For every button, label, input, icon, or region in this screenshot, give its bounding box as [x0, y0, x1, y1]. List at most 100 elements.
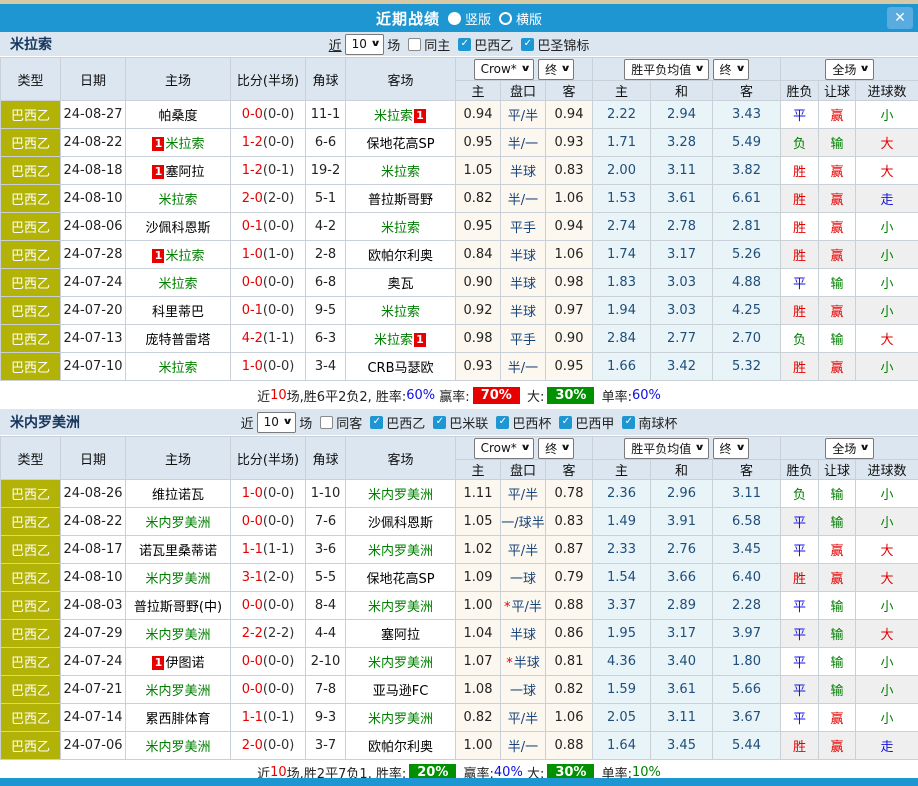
fulltime-score: 0-0 [242, 107, 263, 122]
league-checkbox[interactable]: ✓ [559, 416, 572, 429]
result-cell: 胜 [781, 185, 819, 213]
league-checkbox[interactable]: ✓ [622, 416, 635, 429]
close-icon[interactable]: ✕ [887, 7, 913, 29]
bookmaker-select[interactable]: Crow*∨ [474, 59, 535, 80]
away-team-cell: 米拉索 [346, 157, 456, 185]
col-home: 主场 [126, 437, 231, 480]
home-team-name: 塞阿拉 [165, 165, 204, 180]
odds-away-cell: 0.79 [546, 564, 593, 592]
odds-final-select[interactable]: 终∨ [538, 59, 574, 80]
score-cell: 2-2(2-2) [231, 620, 306, 648]
match-count-select[interactable]: 10∨ [345, 34, 385, 55]
handicap-value: 半球 [514, 656, 540, 671]
home-team-name: 沙佩科恩斯 [145, 221, 210, 236]
sub-col-mean-draw: 和 [651, 81, 713, 101]
mean-away-cell: 6.40 [713, 564, 781, 592]
odds-group-header: Crow*∨ 终∨ [456, 437, 593, 460]
vertical-layout-radio[interactable] [448, 12, 461, 25]
games-label: 场 [387, 35, 400, 54]
away-team-cell: 沙佩科恩斯 [346, 508, 456, 536]
corners-cell: 6-8 [306, 269, 346, 297]
odds-away-cell: 0.83 [546, 508, 593, 536]
horizontal-layout-radio[interactable] [499, 12, 512, 25]
league-checkbox[interactable]: ✓ [521, 38, 534, 51]
league-label: 巴米联 [449, 413, 488, 432]
handicap-result-cell: 赢 [819, 213, 856, 241]
handicap-cell: 平/半 [501, 480, 546, 508]
halftime-score: (0-0) [263, 107, 294, 122]
mean-final-select[interactable]: 终∨ [713, 438, 749, 459]
away-team-name: 欧帕尔利奥 [368, 249, 433, 264]
home-team-name: 庞特普雷塔 [145, 333, 210, 348]
sub-col-odds-home: 主 [456, 81, 501, 101]
goals-result-cell: 大 [856, 564, 918, 592]
chevron-down-icon: ∨ [694, 64, 705, 74]
away-team-section: 米内罗美洲 近 10∨ 场 同客 ✓巴西乙✓巴米联✓巴西杯✓巴西甲✓南球杯 类型 [0, 409, 918, 784]
fulltime-score: 0-0 [242, 514, 263, 529]
scope-select[interactable]: 全场∨ [825, 438, 873, 459]
match-row: 巴西乙24-07-21米内罗美洲0-0(0-0)7-8亚马逊FC1.08一球0.… [1, 676, 918, 704]
away-team-name: 普拉斯哥野 [368, 193, 433, 208]
score-cell: 1-1(0-1) [231, 704, 306, 732]
away-team-cell: 米内罗美洲 [346, 648, 456, 676]
same-venue-checkbox[interactable] [320, 416, 333, 429]
away-team-cell: 米内罗美洲 [346, 592, 456, 620]
handicap-cell: 半球 [501, 241, 546, 269]
handicap-result-cell: 赢 [819, 157, 856, 185]
mean-draw-cell: 3.28 [651, 129, 713, 157]
halftime-score: (1-1) [263, 331, 294, 346]
handicap-result-cell: 输 [819, 676, 856, 704]
league-checkbox[interactable]: ✓ [370, 416, 383, 429]
match-row: 巴西乙24-08-26维拉诺瓦1-0(0-0)1-10米内罗美洲1.11平/半0… [1, 480, 918, 508]
mean-draw-cell: 3.11 [651, 704, 713, 732]
mean-draw-cell: 2.78 [651, 213, 713, 241]
sub-col-handicap: 盘口 [501, 460, 546, 480]
away-team-cell: 塞阿拉 [346, 620, 456, 648]
chevron-down-icon: ∨ [735, 443, 746, 453]
mean-select[interactable]: 胜平负均值∨ [624, 438, 708, 459]
mean-draw-cell: 3.17 [651, 620, 713, 648]
away-team-cell: 米内罗美洲 [346, 480, 456, 508]
bookmaker-select[interactable]: Crow*∨ [474, 438, 535, 459]
date-cell: 24-07-10 [61, 353, 126, 381]
odds-home-cell: 1.09 [456, 564, 501, 592]
away-team-name: 欧帕尔利奥 [368, 740, 433, 755]
league-checkbox[interactable]: ✓ [496, 416, 509, 429]
league-cell: 巴西乙 [1, 185, 61, 213]
rank-badge: 1 [152, 137, 164, 151]
handicap-value: 一球 [510, 572, 536, 587]
result-cell: 胜 [781, 732, 819, 760]
mean-away-cell: 1.80 [713, 648, 781, 676]
halftime-score: (0-0) [263, 135, 294, 150]
handicap-value: 平手 [510, 221, 536, 236]
away-team-cell: 米拉索1 [346, 325, 456, 353]
league-filters: ✓巴西乙✓巴圣锦标 [453, 35, 589, 54]
scope-select[interactable]: 全场∨ [825, 59, 873, 80]
odds-group-header: Crow*∨ 终∨ [456, 58, 593, 81]
match-count-select[interactable]: 10∨ [257, 412, 297, 433]
mean-final-select[interactable]: 终∨ [713, 59, 749, 80]
halftime-score: (2-2) [263, 626, 294, 641]
mean-select[interactable]: 胜平负均值∨ [624, 59, 708, 80]
handicap-value: 一球 [510, 684, 536, 699]
score-cell: 3-1(2-0) [231, 564, 306, 592]
odds-away-cell: 0.82 [546, 676, 593, 704]
col-type: 类型 [1, 58, 61, 101]
league-checkbox[interactable]: ✓ [433, 416, 446, 429]
handicap-cell: *平/半 [501, 592, 546, 620]
handicap-cell: 半/一 [501, 353, 546, 381]
away-team-cell: 米内罗美洲 [346, 704, 456, 732]
goals-result-cell: 走 [856, 185, 918, 213]
away-team-name: 米内罗美洲 [368, 488, 433, 503]
league-cell: 巴西乙 [1, 269, 61, 297]
home-team-cell: 科里蒂巴 [126, 297, 231, 325]
odds-final-select[interactable]: 终∨ [538, 438, 574, 459]
league-cell: 巴西乙 [1, 508, 61, 536]
odds-home-cell: 1.08 [456, 676, 501, 704]
sub-col-handicap-result: 让球 [819, 460, 856, 480]
league-checkbox[interactable]: ✓ [458, 38, 471, 51]
same-venue-checkbox[interactable] [408, 38, 421, 51]
handicap-result-cell: 赢 [819, 564, 856, 592]
match-row: 巴西乙24-07-14累西腓体育1-1(0-1)9-3米内罗美洲0.82平/半1… [1, 704, 918, 732]
date-cell: 24-07-13 [61, 325, 126, 353]
